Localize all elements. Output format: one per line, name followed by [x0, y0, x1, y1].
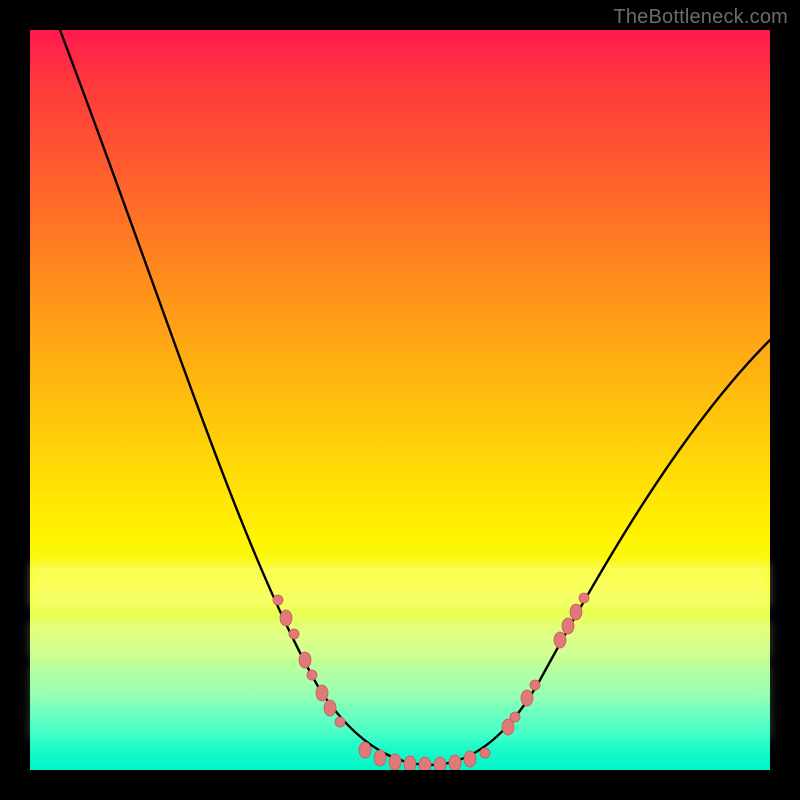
marker-dot [480, 748, 490, 758]
marker-dot [434, 757, 446, 770]
marker-dot [404, 756, 416, 770]
marker-dot [570, 604, 582, 620]
marker-dot [289, 629, 299, 639]
marker-dot [449, 755, 461, 770]
marker-dot [359, 742, 371, 758]
marker-dot [530, 680, 540, 690]
marker-dot [299, 652, 311, 668]
marker-dot [316, 685, 328, 701]
marker-dot [562, 618, 574, 634]
marker-dot [419, 757, 431, 770]
marker-dot [374, 750, 386, 766]
marker-dot [464, 751, 476, 767]
marker-dot [335, 717, 345, 727]
marker-dot [579, 593, 589, 603]
watermark-text: TheBottleneck.com [613, 6, 788, 29]
marker-dot [554, 632, 566, 648]
marker-dot [324, 700, 336, 716]
chart-stage: TheBottleneck.com [0, 0, 800, 800]
marker-dot [389, 754, 401, 770]
marker-dot [273, 595, 283, 605]
marker-dot [280, 610, 292, 626]
marker-dot [510, 712, 520, 722]
bottleneck-curve [60, 30, 770, 765]
marker-dot [521, 690, 533, 706]
marker-dot [307, 670, 317, 680]
chart-svg [30, 30, 770, 770]
marker-group-right [502, 593, 589, 735]
marker-group-left [273, 595, 345, 727]
plot-area [30, 30, 770, 770]
marker-group-bottom [359, 742, 490, 770]
